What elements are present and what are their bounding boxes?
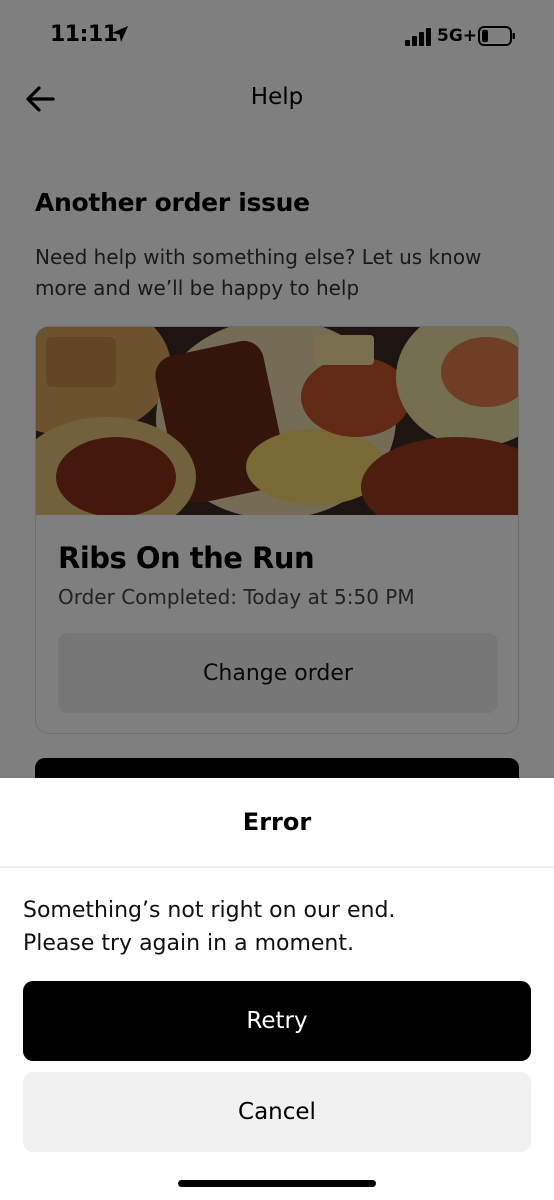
error-message: Something’s not right on our end. Please… [23, 894, 523, 960]
retry-button[interactable]: Retry [23, 981, 531, 1061]
error-message-line-1: Something’s not right on our end. [23, 898, 396, 923]
error-sheet: Error Something’s not right on our end. … [0, 778, 554, 1200]
divider [0, 866, 554, 868]
cancel-button[interactable]: Cancel [23, 1072, 531, 1152]
error-message-line-2: Please try again in a moment. [23, 931, 354, 956]
sheet-title: Error [242, 808, 312, 836]
home-indicator [178, 1180, 376, 1187]
